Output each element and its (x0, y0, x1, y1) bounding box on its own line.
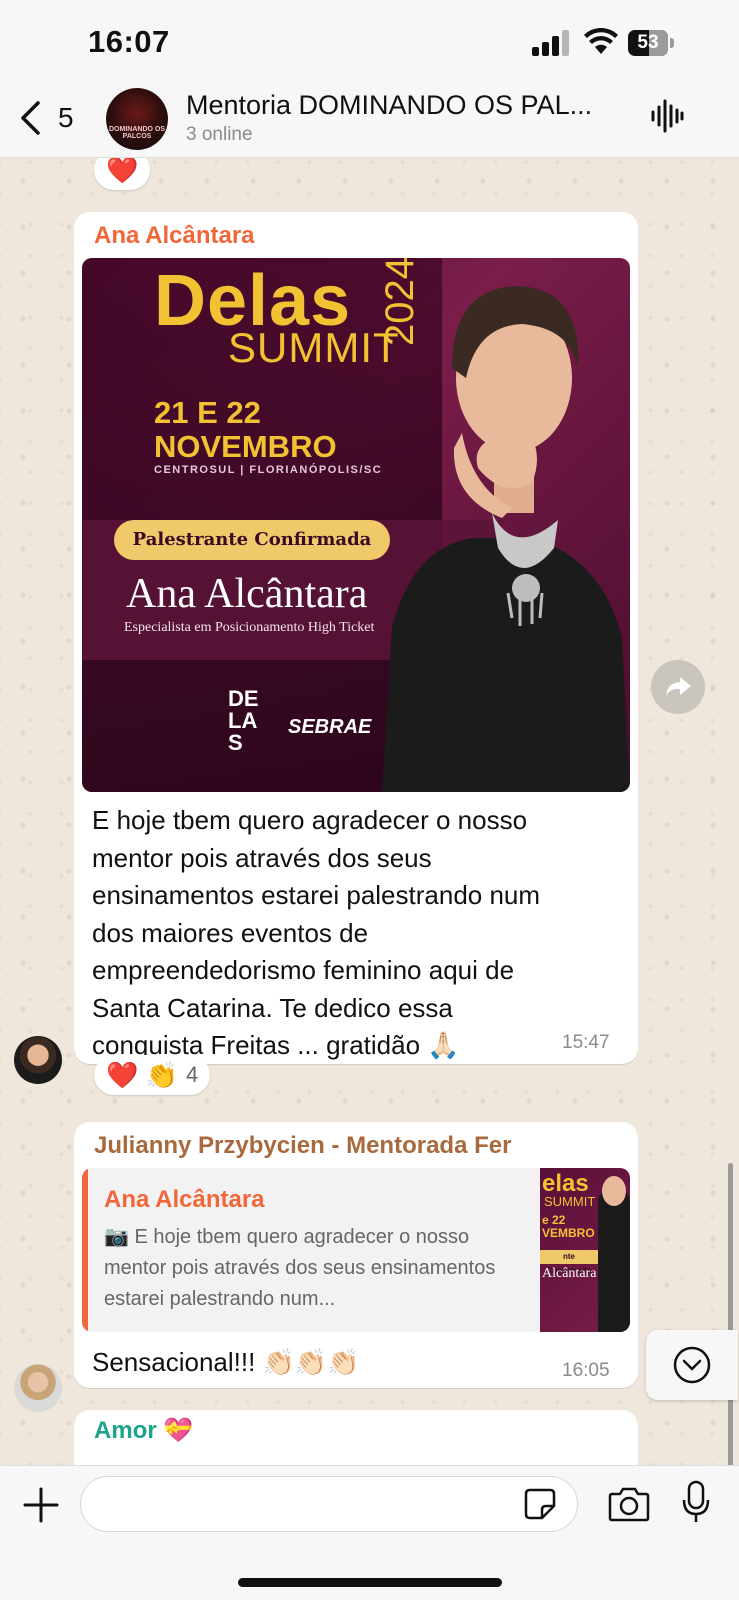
message-sender: Julianny Przybycien - Mentorada Fer (94, 1132, 512, 1159)
battery-icon: 53 (628, 30, 674, 56)
sticker-icon[interactable] (524, 1488, 556, 1520)
signal-icon (532, 30, 572, 56)
message-line: dos maiores eventos de (92, 917, 369, 948)
quoted-text: 📷 E hoje tbem quero agradecer o nosso me… (104, 1226, 496, 1310)
heart-reaction: ❤️ (106, 158, 139, 185)
status-time: 16:07 (88, 24, 170, 59)
forward-icon (666, 677, 691, 696)
message-bubble[interactable]: Ana Alcântara Delas SUMMIT 2024 21 E 22 … (74, 212, 638, 1064)
poster-dates: 21 E 22 NOVEMBRO (154, 396, 337, 464)
poster-dates-line2: NOVEMBRO (154, 429, 337, 464)
sender-avatar[interactable] (14, 1036, 62, 1084)
scrollbar[interactable] (728, 1163, 733, 1465)
back-button[interactable]: 5 (18, 96, 74, 140)
quoted-image-thumbnail: elas SUMMIT e 22 VEMBRO nte Confirmada A… (540, 1168, 630, 1332)
poster-speaker-name: Ana Alcântara (126, 571, 368, 617)
reply-message-bubble[interactable]: Julianny Przybycien - Mentorada Fer Ana … (74, 1122, 638, 1388)
wifi-icon (584, 28, 618, 54)
previous-message-reaction[interactable]: ❤️ (94, 158, 151, 190)
plus-icon[interactable] (22, 1486, 60, 1524)
online-status: 3 online (186, 124, 253, 145)
message-line: Santa Catarina. Te dedico essa (92, 992, 453, 1023)
group-name[interactable]: Mentoria DOMINANDO OS PAL... (186, 90, 592, 121)
thumb-dates: e 22 VEMBRO (542, 1213, 595, 1240)
scroll-to-bottom-button[interactable] (646, 1330, 738, 1400)
microphone-icon[interactable] (682, 1480, 710, 1524)
thumb-badge: nte Confirmada (540, 1250, 598, 1275)
reaction-emojis: ❤️ 👏 (106, 1059, 178, 1090)
message-input[interactable] (80, 1476, 578, 1532)
group-avatar-caption: DOMINANDO OS PALCOS (109, 126, 165, 140)
quoted-sender: Ana Alcântara (104, 1186, 265, 1213)
unread-count: 5 (58, 102, 74, 133)
camera-icon[interactable] (608, 1486, 650, 1522)
poster-year: 2024 (378, 258, 422, 346)
message-line: mentor pois através dos seus (92, 842, 432, 873)
chat-header: 5 DOMINANDO OS PALCOS Mentoria DOMINANDO… (0, 88, 739, 158)
poster-dates-line1: 21 E 22 (154, 395, 261, 430)
thumb-name: Alcântara (542, 1266, 597, 1281)
message-time: 15:47 (562, 1032, 610, 1053)
message-sender: Ana Alcântara (94, 222, 255, 249)
sender-avatar[interactable] (14, 1364, 62, 1412)
audio-call-icon[interactable] (650, 98, 684, 134)
group-avatar[interactable]: DOMINANDO OS PALCOS (106, 88, 168, 150)
chevron-left-icon (21, 101, 40, 135)
poster-subtitle: SUMMIT (228, 324, 400, 371)
delas-logo: DE LA S (228, 686, 259, 755)
chevron-down-circle-icon (673, 1346, 711, 1384)
chat-area[interactable]: ❤️ Ana Alcântara Delas SUMMIT 2024 21 E … (0, 158, 739, 1465)
sebrae-logo: SEBRAE (288, 716, 372, 738)
poster-speaker-role: Especialista em Posicionamento High Tick… (124, 620, 375, 635)
message-sender: Amor 💝 (94, 1417, 194, 1444)
message-line: empreendedorismo feminino aqui de (92, 955, 515, 985)
message-reactions[interactable]: ❤️ 👏 4 (94, 1055, 211, 1095)
message-line: E hoje tbem quero agradecer o nosso (92, 805, 528, 835)
message-text: E hoje tbem quero agradecer o nosso ment… (92, 802, 540, 1065)
status-bar: 16:07 53 (0, 0, 739, 88)
battery-level: 53 (637, 32, 659, 53)
event-poster-image[interactable]: Delas SUMMIT 2024 21 E 22 NOVEMBRO CENTR… (82, 258, 630, 792)
poster-venue: CENTROSUL | FLORIANÓPOLIS/SC (154, 464, 383, 476)
message-time: 16:05 (562, 1360, 610, 1381)
message-line: ensinamentos estarei palestrando num (92, 880, 541, 910)
quoted-message[interactable]: Ana Alcântara 📷 E hoje tbem quero agrade… (82, 1168, 630, 1332)
forward-button[interactable] (651, 660, 705, 714)
input-bar (0, 1465, 739, 1600)
thumb-subtitle: SUMMIT (544, 1194, 596, 1209)
message-text: Sensacional!!! 👏🏻👏🏻👏🏻 (92, 1347, 360, 1377)
message-bubble[interactable]: Amor 💝 (74, 1410, 638, 1465)
reaction-count: 4 (185, 1062, 199, 1087)
poster-badge: Palestrante Confirmada (114, 520, 390, 560)
home-indicator (238, 1578, 502, 1587)
